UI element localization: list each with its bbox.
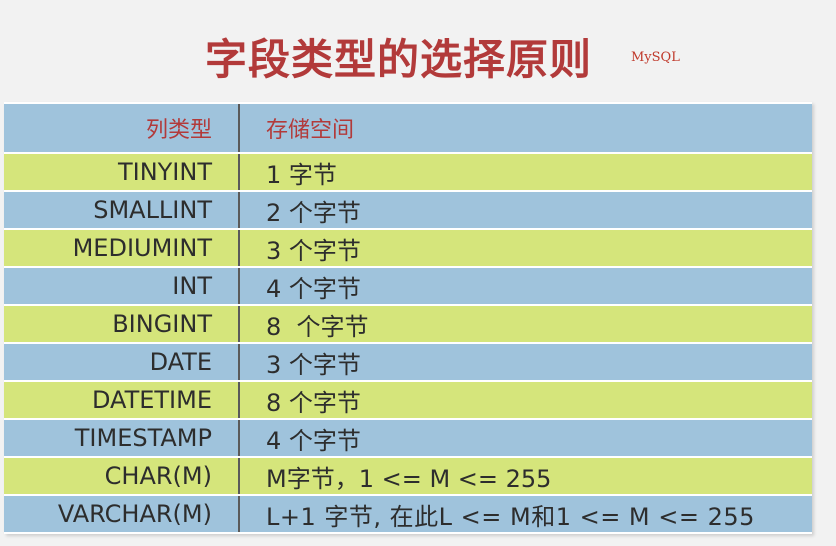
header-column-type: 列类型	[4, 104, 240, 152]
table-row: TIMESTAMP 4 个字节	[4, 420, 812, 458]
type-cell: INT	[4, 268, 240, 304]
table-row: SMALLINT 2 个字节	[4, 192, 812, 230]
size-cell: 1 字节	[266, 160, 337, 189]
table-row: CHAR(M) M字节，1 <= M <= 255	[4, 458, 812, 496]
type-cell: CHAR(M)	[4, 458, 240, 494]
size-cell: 8 个字节	[266, 388, 361, 417]
type-cell: DATETIME	[4, 382, 240, 418]
column-type-table: 列类型 存储空间 TINYINT 1 字节 SMALLINT 2 个字节 MED…	[4, 102, 812, 534]
type-cell: SMALLINT	[4, 192, 240, 228]
type-cell: BINGINT	[4, 306, 240, 342]
type-cell: DATE	[4, 344, 240, 380]
table-row: MEDIUMINT 3 个字节	[4, 230, 812, 268]
header-storage-size: 存储空间	[266, 118, 355, 143]
size-cell: L+1 字节, 在此L <= M和1 <= M <= 255	[266, 502, 755, 531]
size-cell: 8 个字节	[266, 312, 369, 341]
brand-mark: MySQL	[631, 50, 680, 65]
table-row: TINYINT 1 字节	[4, 154, 812, 192]
size-cell: 4 个字节	[266, 426, 361, 455]
size-cell: 2 个字节	[266, 198, 361, 227]
table-header-row: 列类型 存储空间	[4, 104, 812, 154]
type-cell: TINYINT	[4, 154, 240, 190]
type-cell: MEDIUMINT	[4, 230, 240, 266]
size-cell: 3 个字节	[266, 236, 361, 265]
table-row: VARCHAR(M) L+1 字节, 在此L <= M和1 <= M <= 25…	[4, 496, 812, 534]
type-cell: VARCHAR(M)	[4, 496, 240, 532]
table-row: DATETIME 8 个字节	[4, 382, 812, 420]
size-cell: 4 个字节	[266, 274, 361, 303]
table-row: INT 4 个字节	[4, 268, 812, 306]
size-cell: M字节，1 <= M <= 255	[266, 464, 552, 493]
size-cell: 3 个字节	[266, 350, 361, 379]
type-cell: TIMESTAMP	[4, 420, 240, 456]
table-row: BINGINT 8 个字节	[4, 306, 812, 344]
slide-title: 字段类型的选择原则	[205, 35, 593, 84]
table-row: DATE 3 个字节	[4, 344, 812, 382]
